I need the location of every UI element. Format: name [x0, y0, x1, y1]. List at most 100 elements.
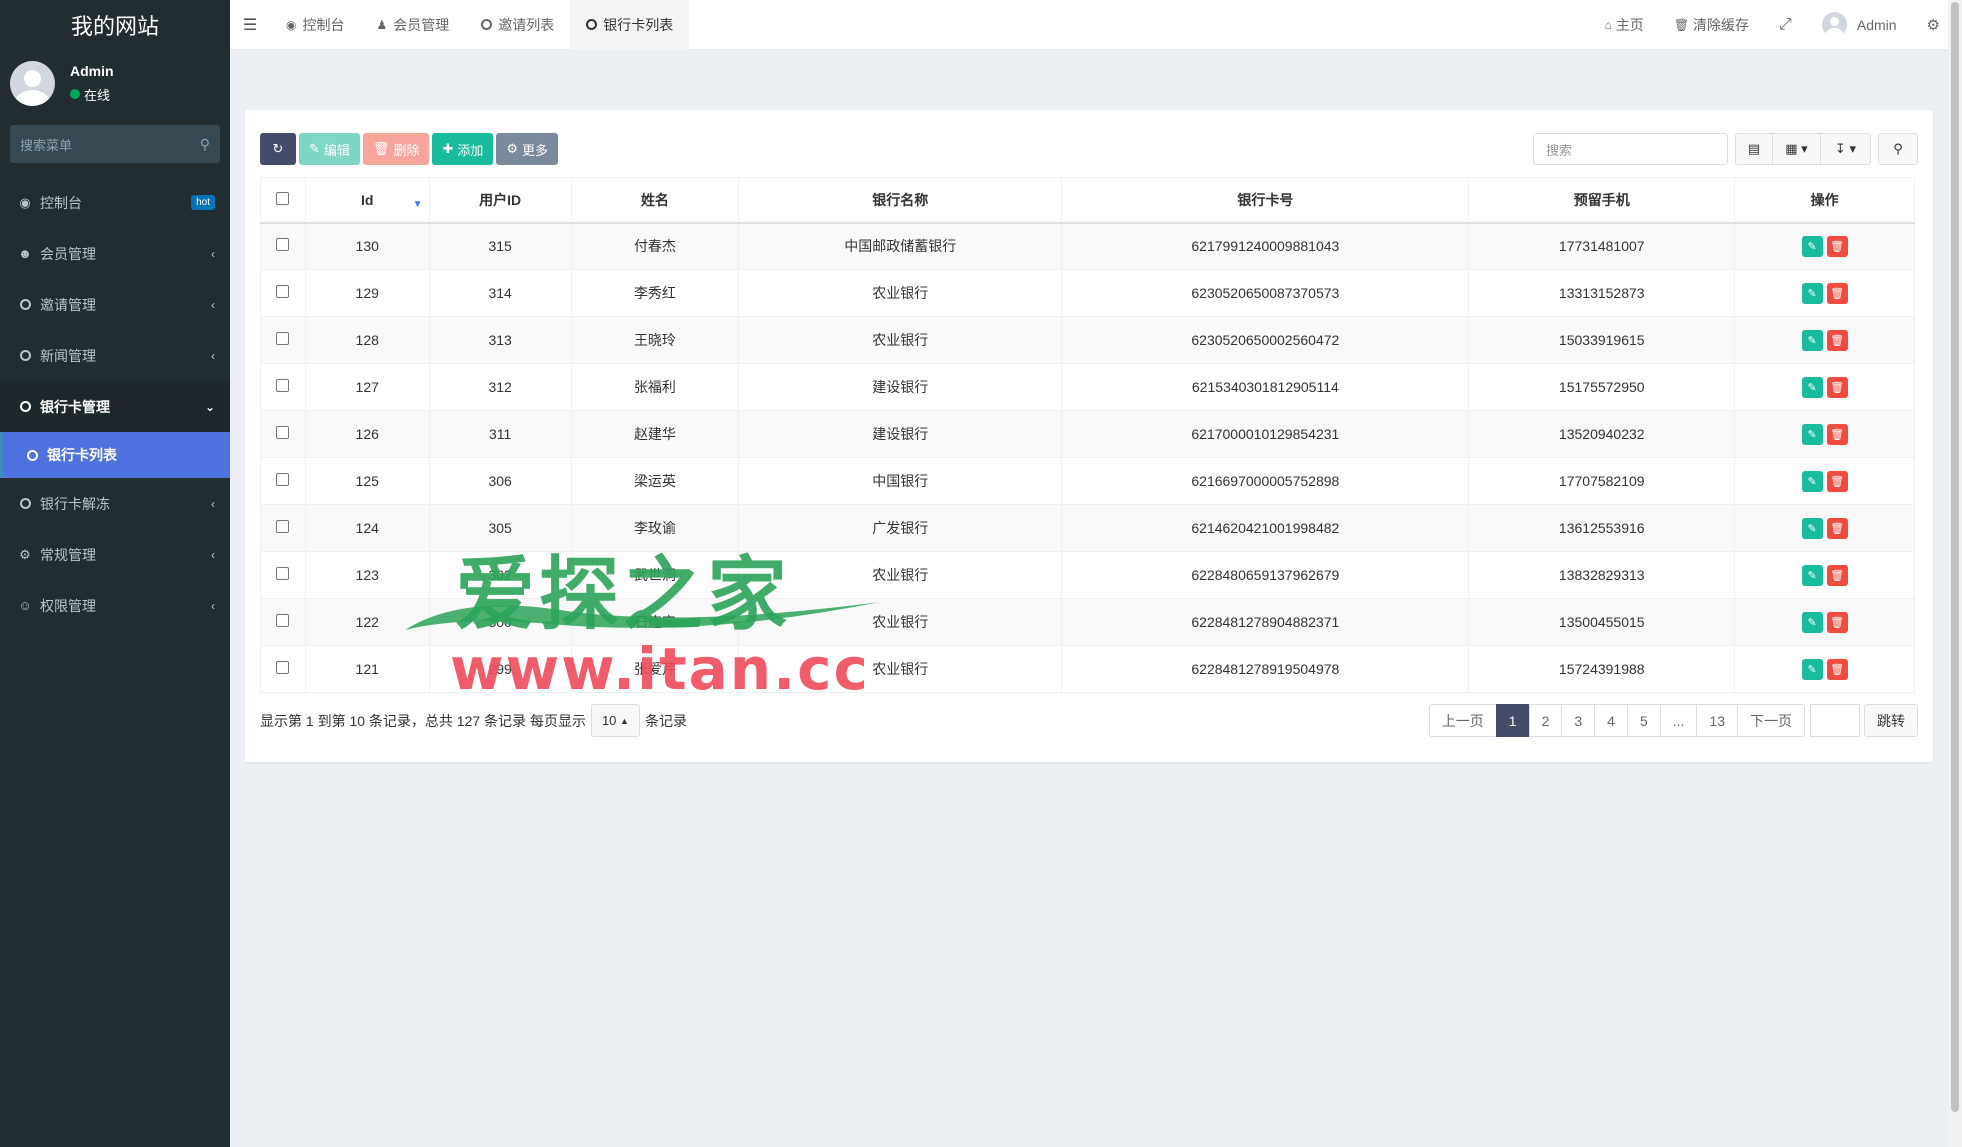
- column-header-id[interactable]: Id ▼: [304, 177, 430, 224]
- sidebar-item-members[interactable]: ☻ 会员管理 ‹: [0, 228, 230, 279]
- table-row[interactable]: 123 302 武世洞 农业银行 6228480659137962679 13832829…: [260, 551, 1915, 599]
- row-delete-button[interactable]: 🗑: [1826, 470, 1848, 492]
- table-row[interactable]: 128 313 王晓玲 农业银行 6230520650002560472 15033919…: [260, 316, 1915, 364]
- column-header-bank-name[interactable]: 银行名称: [738, 177, 1063, 224]
- page-size-dropdown[interactable]: 10 ▲: [590, 704, 640, 737]
- column-header-phone[interactable]: 预留手机: [1468, 177, 1736, 224]
- page-button[interactable]: 13: [1696, 704, 1738, 737]
- column-header-name[interactable]: 姓名: [570, 177, 740, 224]
- sidebar-item-bankcard-unfreeze[interactable]: 银行卡解冻 ‹: [0, 478, 230, 529]
- delete-button[interactable]: 🗑 删除: [362, 133, 430, 165]
- row-delete-button[interactable]: 🗑: [1826, 564, 1848, 586]
- row-edit-button[interactable]: ✎: [1801, 282, 1823, 304]
- page-button[interactable]: 2: [1528, 704, 1563, 737]
- select-all-checkbox[interactable]: [260, 177, 306, 224]
- row-checkbox[interactable]: [260, 410, 306, 458]
- row-checkbox[interactable]: [260, 645, 306, 693]
- row-checkbox[interactable]: [260, 316, 306, 364]
- row-delete-button[interactable]: 🗑: [1826, 517, 1848, 539]
- row-checkbox[interactable]: [260, 457, 306, 505]
- row-edit-button[interactable]: ✎: [1801, 517, 1823, 539]
- sidebar-item-bankcard-list[interactable]: 银行卡列表: [0, 432, 230, 478]
- row-checkbox[interactable]: [260, 222, 306, 270]
- row-edit-button[interactable]: ✎: [1801, 611, 1823, 633]
- page-button[interactable]: 4: [1594, 704, 1628, 737]
- row-checkbox[interactable]: [260, 269, 306, 317]
- row-delete-button[interactable]: 🗑: [1826, 423, 1848, 445]
- column-header-user-id[interactable]: 用户ID: [428, 177, 572, 224]
- toggle-view-button[interactable]: ▤: [1735, 133, 1773, 165]
- table-row[interactable]: 127 312 张福利 建设银行 6215340301812905114 15175572…: [260, 363, 1915, 411]
- row-delete-button[interactable]: 🗑: [1826, 658, 1848, 680]
- table-row[interactable]: 126 311 赵建华 建设银行 6217000010129854231 13520940…: [260, 410, 1915, 458]
- prev-page-button[interactable]: 上一页: [1428, 704, 1497, 737]
- table-row[interactable]: 124 305 李玫谕 广发银行 6214620421001998482 13612553…: [260, 504, 1915, 552]
- tab-members[interactable]: ♟ 会员管理: [360, 0, 465, 50]
- tab-invites[interactable]: 邀请列表: [465, 0, 570, 50]
- export-button[interactable]: ↧ ▾: [1821, 133, 1871, 165]
- more-button[interactable]: ⚙ 更多: [496, 133, 559, 165]
- sidebar-item-dashboard[interactable]: ◉ 控制台 hot: [0, 177, 230, 228]
- cell-name: 李秀红: [570, 269, 740, 317]
- user-status: 在线: [70, 85, 114, 104]
- fullscreen-icon[interactable]: ⤢: [1764, 16, 1807, 34]
- menu-search-input[interactable]: 搜索菜单 ⚲: [10, 125, 220, 163]
- chevron-left-icon: ‹: [211, 547, 215, 562]
- cell-name: 王晓玲: [570, 316, 740, 364]
- row-edit-button[interactable]: ✎: [1801, 658, 1823, 680]
- row-delete-button[interactable]: 🗑: [1826, 235, 1848, 257]
- table-row[interactable]: 121 299 张爱芹 农业银行 6228481278919504978 15724391…: [260, 645, 1915, 693]
- cell-bank-name: 中国邮政储蓄银行: [738, 222, 1063, 270]
- row-edit-button[interactable]: ✎: [1801, 564, 1823, 586]
- row-checkbox[interactable]: [260, 504, 306, 552]
- home-link[interactable]: ⌂ 主页: [1590, 15, 1659, 35]
- row-edit-button[interactable]: ✎: [1801, 235, 1823, 257]
- table-row[interactable]: 130 315 付春杰 中国邮政储蓄银行 6217991240009881043 1773…: [260, 222, 1915, 270]
- advanced-search-button[interactable]: ⚲: [1878, 133, 1918, 165]
- settings-gear-icon[interactable]: ⚙: [1912, 16, 1948, 34]
- row-checkbox[interactable]: [260, 363, 306, 411]
- row-delete-button[interactable]: 🗑: [1826, 329, 1848, 351]
- sidebar-item-news[interactable]: 新闻管理 ‹: [0, 330, 230, 381]
- sidebar-item-bankcards[interactable]: 银行卡管理 ⌄: [0, 381, 230, 432]
- plus-icon: ✚: [442, 141, 454, 156]
- row-checkbox[interactable]: [260, 551, 306, 599]
- column-header-card-number[interactable]: 银行卡号: [1061, 177, 1470, 224]
- row-checkbox[interactable]: [260, 598, 306, 646]
- columns-button[interactable]: ▦ ▾: [1773, 133, 1821, 165]
- jump-page-input[interactable]: [1810, 704, 1860, 737]
- tab-dashboard[interactable]: ◉ 控制台: [270, 0, 360, 50]
- row-edit-button[interactable]: ✎: [1801, 329, 1823, 351]
- cell-phone: 13832829313: [1468, 551, 1736, 599]
- refresh-button[interactable]: ↻: [260, 133, 296, 165]
- next-page-button[interactable]: 下一页: [1737, 704, 1805, 737]
- sidebar-item-general[interactable]: ⚙ 常规管理 ‹: [0, 529, 230, 580]
- edit-button[interactable]: ✎ 编辑: [299, 133, 360, 165]
- menu-toggle-icon[interactable]: ☰: [230, 15, 270, 35]
- user-menu[interactable]: Admin: [1807, 12, 1912, 37]
- row-delete-button[interactable]: 🗑: [1826, 282, 1848, 304]
- cell-name: 张爱芹: [570, 645, 740, 693]
- page-button[interactable]: 1: [1495, 704, 1530, 737]
- table-search-input[interactable]: 搜索: [1533, 133, 1728, 165]
- clear-cache-button[interactable]: 🗑 清除缓存: [1659, 15, 1764, 35]
- table-row[interactable]: 125 306 梁运英 中国银行 6216697000005752898 17707582…: [260, 457, 1915, 505]
- page-scrollbar[interactable]: [1948, 0, 1962, 1147]
- jump-button[interactable]: 跳转: [1864, 704, 1918, 737]
- row-delete-button[interactable]: 🗑: [1826, 376, 1848, 398]
- page-button[interactable]: 3: [1561, 704, 1596, 737]
- row-delete-button[interactable]: 🗑: [1826, 611, 1848, 633]
- table-row[interactable]: 129 314 李秀红 农业银行 6230520650087370573 13313152…: [260, 269, 1915, 317]
- sidebar-menu: ◉ 控制台 hot ☻ 会员管理 ‹ 邀请管理 ‹ 新闻管理 ‹ 银行卡管理 ⌄…: [0, 177, 230, 631]
- table-row[interactable]: 122 300 石连宝 农业银行 6228481278904882371 13500455…: [260, 598, 1915, 646]
- sidebar-item-permissions[interactable]: ☺ 权限管理 ‹: [0, 580, 230, 631]
- row-edit-button[interactable]: ✎: [1801, 470, 1823, 492]
- add-button[interactable]: ✚ 添加: [432, 133, 494, 165]
- site-logo[interactable]: 我的网站: [0, 0, 230, 50]
- page-button[interactable]: 5: [1626, 704, 1661, 737]
- row-edit-button[interactable]: ✎: [1801, 376, 1823, 398]
- tab-bankcard-list[interactable]: 银行卡列表: [570, 0, 690, 50]
- sidebar-item-invites[interactable]: 邀请管理 ‹: [0, 279, 230, 330]
- row-edit-button[interactable]: ✎: [1801, 423, 1823, 445]
- cell-bank-name: 广发银行: [738, 504, 1063, 552]
